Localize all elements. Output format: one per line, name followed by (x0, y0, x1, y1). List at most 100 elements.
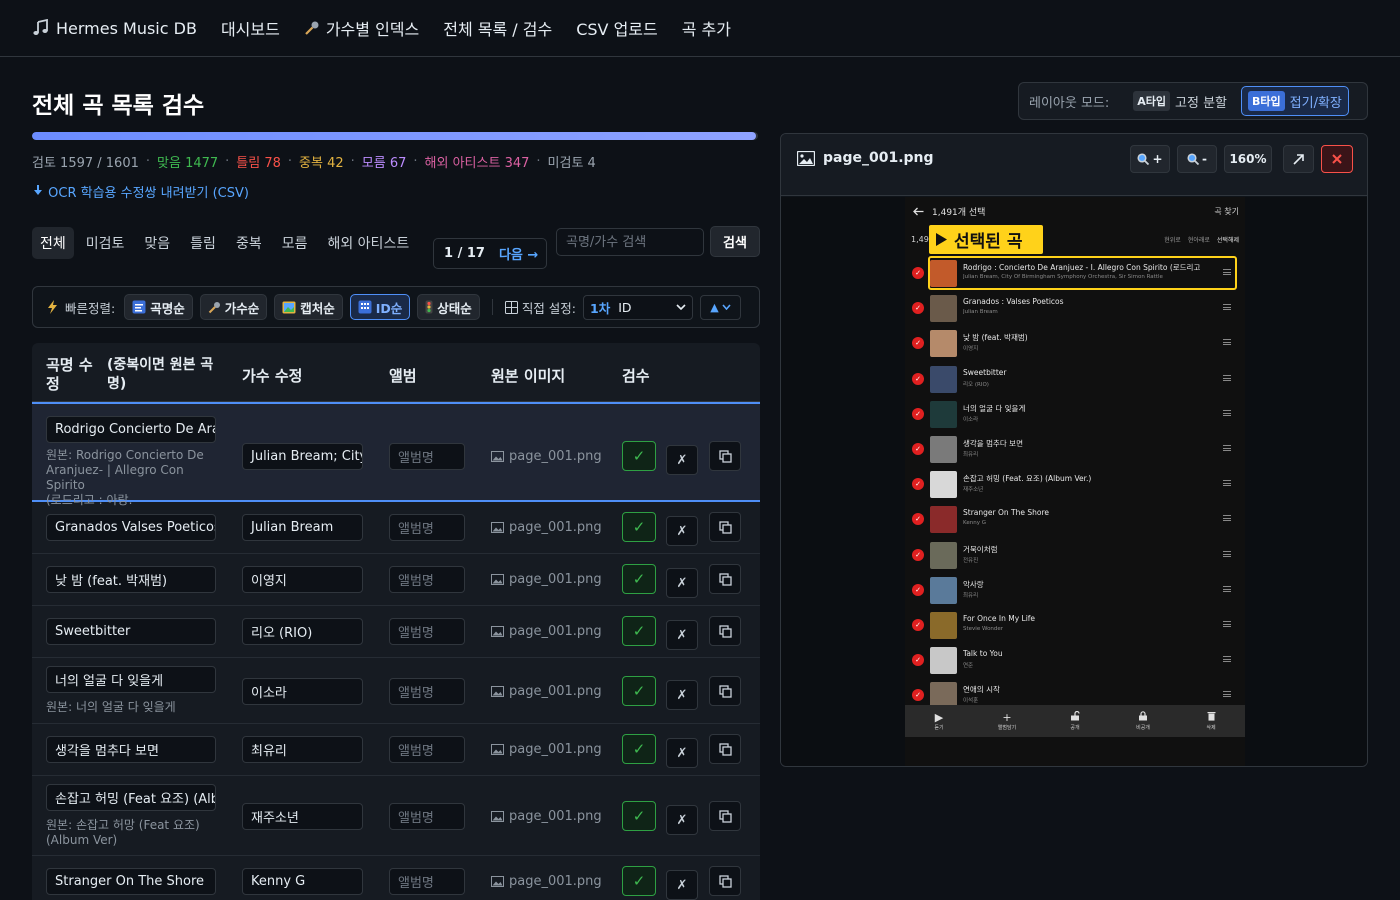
layout-b-option[interactable]: B타입 접기/확장 (1241, 86, 1349, 116)
next-page-button[interactable]: 다음 → (499, 244, 538, 263)
mark-duplicate-button[interactable] (709, 441, 741, 471)
album-field[interactable]: 앨범명 (389, 566, 465, 593)
mark-wrong-button[interactable]: ✗ (666, 445, 698, 475)
title-edit-field[interactable]: 낮 밤 (feat. 박재범) (46, 566, 216, 593)
sort-order-button[interactable]: ▲ (700, 294, 741, 320)
album-thumbnail (930, 506, 957, 534)
album-field[interactable]: 앨범명 (389, 678, 465, 705)
tab-correct[interactable]: 맞음 (136, 227, 178, 259)
artist-edit-field[interactable]: 이영지 (242, 566, 363, 593)
phone-bottom-delete: 삭제 (1177, 705, 1245, 737)
open-external-button[interactable] (1283, 145, 1314, 173)
source-image-link[interactable]: page_001.png (491, 874, 602, 889)
mark-correct-button[interactable]: ✓ (622, 616, 656, 646)
title-edit-field[interactable]: Stranger On The Shore (46, 868, 216, 895)
tab-unreviewed[interactable]: 미검토 (78, 227, 133, 259)
source-image-link[interactable]: page_001.png (491, 809, 602, 824)
source-image-link[interactable]: page_001.png (491, 449, 602, 464)
tab-duplicate[interactable]: 중복 (228, 227, 270, 259)
sort-by-title-button[interactable]: 곡명순 (124, 294, 193, 320)
sort-by-id-button[interactable]: ID순 (349, 294, 411, 320)
mark-duplicate-button[interactable] (709, 616, 741, 646)
mark-duplicate-button[interactable] (709, 676, 741, 706)
table-row[interactable]: Rodrigo Concierto De Aranjuez 원본: Rodrigo… (32, 402, 760, 507)
zoom-in-button[interactable]: + (1130, 145, 1170, 173)
zoom-level-button[interactable]: 160% (1224, 145, 1272, 173)
mark-correct-button[interactable]: ✓ (622, 564, 656, 594)
sort-by-artist-button[interactable]: 가수순 (199, 294, 268, 320)
mark-correct-button[interactable]: ✓ (622, 866, 656, 896)
mark-wrong-button[interactable]: ✗ (666, 680, 698, 710)
mark-correct-button[interactable]: ✓ (622, 676, 656, 706)
mark-wrong-button[interactable]: ✗ (666, 870, 698, 900)
table-row[interactable]: 너의 얼굴 다 잊을게 원본: 너의 얼굴 다 잊을게 이소라 앨범명 page_00… (32, 658, 760, 724)
title-edit-field[interactable]: 손잡고 허밍 (Feat 요조) (Album Ver) (46, 784, 216, 811)
mark-duplicate-button[interactable] (709, 734, 741, 764)
source-image-link[interactable]: page_001.png (491, 572, 602, 587)
nav-csv-upload[interactable]: CSV 업로드 (576, 16, 658, 40)
mark-duplicate-button[interactable] (709, 564, 741, 594)
phone-song-artist: Julian Bream, City Of Birmingham Symphon… (963, 274, 1163, 280)
search-input[interactable] (556, 228, 704, 256)
album-field[interactable]: 앨범명 (389, 868, 465, 895)
album-field[interactable]: 앨범명 (389, 618, 465, 645)
table-row[interactable]: Stranger On The Shore Kenny G 앨범명 page_001… (32, 856, 760, 900)
table-row[interactable]: Granados Valses Poeticos Julian Bream 앨범명 … (32, 502, 760, 554)
mark-wrong-button[interactable]: ✗ (666, 516, 698, 546)
album-field[interactable]: 앨범명 (389, 514, 465, 541)
source-image-link[interactable]: page_001.png (491, 684, 602, 699)
title-edit-field[interactable]: Sweetbitter (46, 618, 216, 645)
tab-all[interactable]: 전체 (32, 227, 74, 259)
artist-edit-field[interactable]: 리오 (RIO) (242, 618, 363, 645)
nav-dashboard[interactable]: 대시보드 (221, 16, 280, 40)
artist-edit-field[interactable]: 이소라 (242, 678, 363, 705)
sort-by-status-button[interactable]: 상태순 (417, 294, 480, 320)
artist-edit-field[interactable]: 재주소년 (242, 803, 363, 830)
mark-wrong-button[interactable]: ✗ (666, 805, 698, 835)
sort-by-capture-button[interactable]: 캡처순 (274, 294, 343, 320)
mark-wrong-button[interactable]: ✗ (666, 738, 698, 768)
mark-duplicate-button[interactable] (709, 801, 741, 831)
mark-correct-button[interactable]: ✓ (622, 512, 656, 542)
close-viewer-button[interactable] (1321, 145, 1353, 173)
album-field[interactable]: 앨범명 (389, 736, 465, 763)
mark-wrong-button[interactable]: ✗ (666, 568, 698, 598)
table-row[interactable]: Sweetbitter 리오 (RIO) 앨범명 page_001.png ✓ ✗ (32, 606, 760, 658)
album-field[interactable]: 앨범명 (389, 803, 465, 830)
viewer-image-area[interactable]: 1,491개 선택 곡 찾기 1,49 선택된 곡 현위로 현아래로 선택해제 … (781, 197, 1367, 766)
csv-download-link[interactable]: OCR 학습용 수정쌍 내려받기 (CSV) (32, 182, 249, 201)
zoom-out-button[interactable]: - (1177, 145, 1217, 173)
source-image-link[interactable]: page_001.png (491, 624, 602, 639)
mark-wrong-button[interactable]: ✗ (666, 620, 698, 650)
artist-edit-field[interactable]: 최유리 (242, 736, 363, 763)
tab-unknown[interactable]: 모름 (274, 227, 316, 259)
mark-duplicate-button[interactable] (709, 866, 741, 896)
title-edit-field[interactable]: 생각을 멈추다 보면 (46, 736, 216, 763)
brand-link[interactable]: Hermes Music DB (32, 19, 197, 38)
mark-correct-button[interactable]: ✓ (622, 734, 656, 764)
mark-correct-button[interactable]: ✓ (622, 801, 656, 831)
source-image-link[interactable]: page_001.png (491, 742, 602, 757)
album-field[interactable]: 앨범명 (389, 443, 465, 470)
nav-full-list[interactable]: 전체 목록 / 검수 (443, 16, 552, 40)
table-row[interactable]: 낮 밤 (feat. 박재범) 이영지 앨범명 page_001.png ✓ ✗ (32, 554, 760, 606)
source-image-link[interactable]: page_001.png (491, 520, 602, 535)
title-edit-field[interactable]: Rodrigo Concierto De Aranjuez (46, 416, 216, 443)
tab-wrong[interactable]: 틀림 (182, 227, 224, 259)
table-row[interactable]: 생각을 멈추다 보면 최유리 앨범명 page_001.png ✓ ✗ (32, 724, 760, 776)
title-edit-field[interactable]: 너의 얼굴 다 잊을게 (46, 666, 216, 693)
nav-artist-index[interactable]: 가수별 인덱스 (304, 16, 419, 40)
artist-edit-field[interactable]: Julian Bream; City of Birmingham (242, 443, 363, 470)
search-button[interactable]: 검색 (710, 226, 760, 257)
nav-add-song[interactable]: 곡 추가 (682, 16, 731, 40)
artist-edit-field[interactable]: Julian Bream (242, 514, 363, 541)
tab-foreign-artist[interactable]: 해외 아티스트 (319, 227, 417, 259)
sort-field-select[interactable]: 1차 ID (583, 294, 693, 320)
mark-duplicate-button[interactable] (709, 512, 741, 542)
artist-edit-field[interactable]: Kenny G (242, 868, 363, 895)
title-edit-field[interactable]: Granados Valses Poeticos (46, 514, 216, 541)
mark-correct-button[interactable]: ✓ (622, 441, 656, 471)
table-row[interactable]: 손잡고 허밍 (Feat 요조) (Album Ver) 원본: 손잡고 허망 (… (32, 776, 760, 856)
layout-a-option[interactable]: A타입 고정 분할 (1127, 87, 1233, 115)
x-icon: ✗ (676, 575, 688, 591)
